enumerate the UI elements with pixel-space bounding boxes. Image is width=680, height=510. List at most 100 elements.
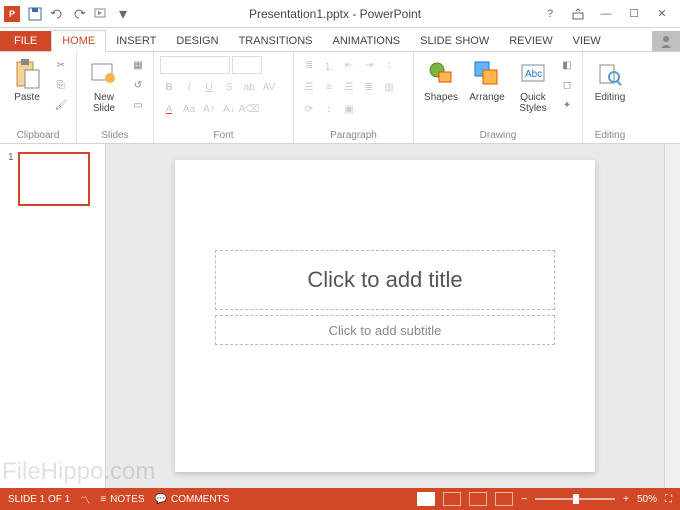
shape-effects-button[interactable]: ✦: [558, 96, 576, 114]
slide-canvas[interactable]: Click to add title Click to add subtitle: [106, 144, 664, 488]
slideshow-view-button[interactable]: [495, 492, 513, 506]
change-case-button[interactable]: Aa: [180, 100, 198, 118]
bullets-button[interactable]: ≣: [300, 56, 318, 74]
zoom-slider[interactable]: [535, 498, 615, 500]
fit-to-window-button[interactable]: ⛶: [665, 494, 672, 505]
ribbon: Paste ✂ ⎘ 🖌 Clipboard New Slide ▦ ↺ ▭ Sl…: [0, 52, 680, 144]
group-drawing: Shapes Arrange Abc Quick Styles ◧ ◻ ✦ Dr…: [414, 52, 583, 143]
workspace: 1 Click to add title Click to add subtit…: [0, 144, 680, 488]
shapes-icon: [425, 58, 457, 90]
tab-review[interactable]: REVIEW: [499, 31, 562, 51]
slide: Click to add title Click to add subtitle: [175, 160, 595, 472]
thumbnail-preview: [18, 152, 90, 206]
tab-view[interactable]: VIEW: [563, 31, 611, 51]
new-slide-icon: [88, 58, 120, 90]
arrange-icon: [471, 58, 503, 90]
char-spacing-button[interactable]: AV: [260, 78, 278, 96]
status-bar: SLIDE 1 OF 1 〽 ≡ NOTES 💬 COMMENTS − + 50…: [0, 488, 680, 510]
ribbon-options-icon[interactable]: [564, 4, 592, 24]
reset-icon[interactable]: ↺: [129, 76, 147, 94]
text-direction-button[interactable]: ⟳: [300, 100, 318, 118]
language-indicator[interactable]: 〽: [80, 492, 90, 507]
thumbnail-1[interactable]: 1: [8, 152, 97, 206]
window-title: Presentation1.pptx - PowerPoint: [134, 7, 536, 21]
italic-button[interactable]: I: [180, 78, 198, 96]
ribbon-tabs: FILE HOME INSERT DESIGN TRANSITIONS ANIM…: [0, 28, 680, 52]
decrease-font-button[interactable]: A↓: [220, 100, 238, 118]
align-center-button[interactable]: ≡: [320, 78, 338, 96]
quick-styles-button[interactable]: Abc Quick Styles: [512, 56, 554, 114]
shapes-button[interactable]: Shapes: [420, 56, 462, 103]
editing-button[interactable]: Editing: [589, 56, 631, 103]
group-clipboard: Paste ✂ ⎘ 🖌 Clipboard: [0, 52, 77, 143]
group-paragraph: ≣ ⒈ ⇤ ⇥ ↕ ☰ ≡ ☰ ≣ ▥ ⟳ ↕ ▣ Paragraph: [294, 52, 414, 143]
underline-button[interactable]: U: [200, 78, 218, 96]
close-icon[interactable]: ✕: [648, 4, 676, 24]
align-left-button[interactable]: ☰: [300, 78, 318, 96]
title-bar: P ▾ Presentation1.pptx - PowerPoint ? — …: [0, 0, 680, 28]
decrease-indent-button[interactable]: ⇤: [340, 56, 358, 74]
justify-button[interactable]: ≣: [360, 78, 378, 96]
increase-font-button[interactable]: A↑: [200, 100, 218, 118]
shape-outline-button[interactable]: ◻: [558, 76, 576, 94]
columns-button[interactable]: ▥: [380, 78, 398, 96]
strikethrough-button[interactable]: S: [220, 78, 238, 96]
cut-icon[interactable]: ✂: [52, 56, 70, 74]
group-font: B I U S ab AV A Aa A↑ A↓ A⌫ Font: [154, 52, 294, 143]
help-icon[interactable]: ?: [536, 4, 564, 24]
qat-dropdown-icon[interactable]: ▾: [115, 6, 131, 22]
tab-animations[interactable]: ANIMATIONS: [323, 31, 411, 51]
undo-icon[interactable]: [49, 6, 65, 22]
group-slides: New Slide ▦ ↺ ▭ Slides: [77, 52, 154, 143]
align-right-button[interactable]: ☰: [340, 78, 358, 96]
shape-fill-button[interactable]: ◧: [558, 56, 576, 74]
slide-sorter-view-button[interactable]: [443, 492, 461, 506]
file-tab[interactable]: FILE: [0, 31, 51, 51]
numbering-button[interactable]: ⒈: [320, 56, 338, 74]
svg-text:Abc: Abc: [525, 69, 542, 80]
format-painter-icon[interactable]: 🖌: [52, 96, 70, 114]
paste-button[interactable]: Paste: [6, 56, 48, 103]
copy-icon[interactable]: ⎘: [52, 76, 70, 94]
reading-view-button[interactable]: [469, 492, 487, 506]
font-color-button[interactable]: A: [160, 100, 178, 118]
group-editing: Editing Editing: [583, 52, 637, 143]
arrange-button[interactable]: Arrange: [466, 56, 508, 103]
line-spacing-button[interactable]: ↕: [380, 56, 398, 74]
title-placeholder[interactable]: Click to add title: [215, 250, 555, 310]
subtitle-placeholder[interactable]: Click to add subtitle: [215, 315, 555, 345]
save-icon[interactable]: [27, 6, 43, 22]
shadow-button[interactable]: ab: [240, 78, 258, 96]
user-avatar-icon[interactable]: [652, 31, 680, 51]
tab-insert[interactable]: INSERT: [106, 31, 166, 51]
clear-formatting-button[interactable]: A⌫: [240, 100, 258, 118]
watermark: FileHippo.com: [2, 458, 155, 486]
section-icon[interactable]: ▭: [129, 96, 147, 114]
tab-design[interactable]: DESIGN: [166, 31, 228, 51]
normal-view-button[interactable]: [417, 492, 435, 506]
bold-button[interactable]: B: [160, 78, 178, 96]
maximize-icon[interactable]: ☐: [620, 4, 648, 24]
tab-slide-show[interactable]: SLIDE SHOW: [410, 31, 499, 51]
tab-transitions[interactable]: TRANSITIONS: [229, 31, 323, 51]
font-size-selector[interactable]: [232, 56, 262, 74]
layout-icon[interactable]: ▦: [129, 56, 147, 74]
notes-button[interactable]: ≡ NOTES: [100, 494, 144, 505]
font-family-selector[interactable]: [160, 56, 230, 74]
align-text-button[interactable]: ↕: [320, 100, 338, 118]
powerpoint-app-icon: P: [4, 6, 20, 22]
redo-icon[interactable]: [71, 6, 87, 22]
zoom-level[interactable]: 50%: [637, 494, 657, 505]
convert-smartart-button[interactable]: ▣: [340, 100, 358, 118]
vertical-scrollbar[interactable]: [664, 144, 680, 488]
zoom-out-button[interactable]: −: [521, 494, 527, 505]
slide-thumbnails-panel: 1: [0, 144, 106, 488]
increase-indent-button[interactable]: ⇥: [360, 56, 378, 74]
zoom-in-button[interactable]: +: [623, 494, 629, 505]
minimize-icon[interactable]: —: [592, 4, 620, 24]
tab-home[interactable]: HOME: [51, 30, 106, 52]
new-slide-button[interactable]: New Slide: [83, 56, 125, 114]
comments-button[interactable]: 💬 COMMENTS: [155, 494, 230, 505]
slide-counter[interactable]: SLIDE 1 OF 1: [8, 494, 70, 505]
start-from-beginning-icon[interactable]: [93, 6, 109, 22]
